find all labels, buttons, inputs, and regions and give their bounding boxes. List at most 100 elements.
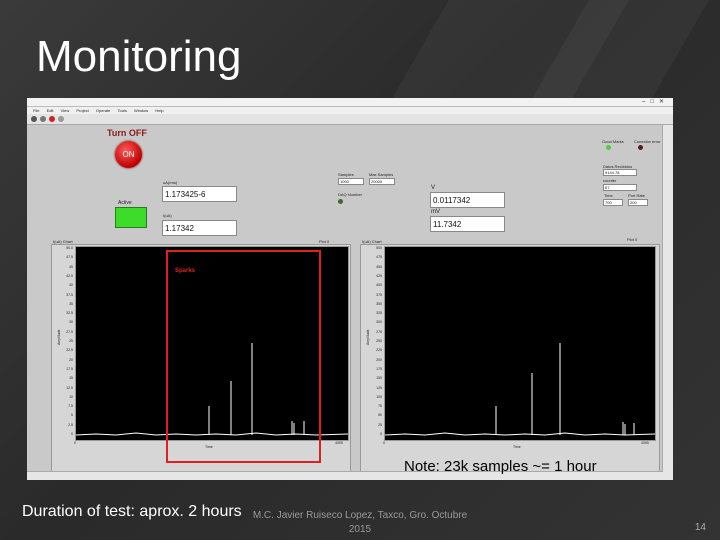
right-x-axis-label: Time xyxy=(513,445,521,449)
run-continuous-icon[interactable] xyxy=(40,116,46,122)
y-tick-label: 100 xyxy=(376,394,382,399)
window-titlebar: –□✕ xyxy=(27,98,673,107)
page-number: 14 xyxy=(694,522,706,533)
menu-operate[interactable]: Operate xyxy=(96,108,110,113)
ua-short-field: 1.17342 xyxy=(162,220,237,236)
menu-bar: File Edit View Project Operate Tools Win… xyxy=(27,107,673,114)
menu-file[interactable]: File xyxy=(33,108,39,113)
y-tick-label: 150 xyxy=(376,376,382,381)
menu-edit[interactable]: Edit xyxy=(47,108,54,113)
left-x-end: 4095 xyxy=(335,441,343,445)
samples-field[interactable]: 1000 xyxy=(338,178,364,185)
port-rate-field[interactable]: 200 xyxy=(628,199,648,206)
vertical-scrollbar[interactable] xyxy=(662,125,673,480)
y-tick-label: 20 xyxy=(69,357,73,362)
mv-label: mV xyxy=(431,209,440,215)
on-button[interactable]: ON xyxy=(115,141,142,168)
menu-help[interactable]: Help xyxy=(155,108,163,113)
y-tick-label: 175 xyxy=(376,366,382,371)
window-controls[interactable]: –□✕ xyxy=(642,98,669,106)
y-tick-label: 300 xyxy=(376,320,382,325)
time-label: Time xyxy=(604,193,613,198)
y-tick-label: 47.5 xyxy=(66,255,73,260)
y-tick-label: 0 xyxy=(380,432,382,436)
y-tick-label: 425 xyxy=(376,273,382,278)
y-tick-label: 450 xyxy=(376,264,382,269)
good-marks-led xyxy=(606,145,611,150)
conn-error-label: Conexión error xyxy=(634,139,661,144)
y-tick-label: 35 xyxy=(69,301,73,306)
right-x-end: 4095 xyxy=(641,441,649,445)
abort-icon[interactable] xyxy=(49,116,55,122)
menu-window[interactable]: Window xyxy=(134,108,148,113)
labview-screenshot: –□✕ File Edit View Project Operate Tools… xyxy=(27,98,673,480)
slide-footer: M.C. Javier Ruiseco Lopez, Taxco, Gro. O… xyxy=(250,509,470,537)
y-tick-label: 45 xyxy=(69,264,73,269)
ua-value-field: 1.173425-6 xyxy=(162,186,237,202)
y-tick-label: 0 xyxy=(71,432,73,436)
menu-view[interactable]: View xyxy=(61,108,70,113)
port-rate-label: Port Rate xyxy=(628,193,645,198)
slide-title: Monitoring xyxy=(36,32,242,81)
y-tick-label: 125 xyxy=(376,385,382,390)
y-tick-label: 17.5 xyxy=(66,366,73,371)
toolbar xyxy=(27,114,673,125)
pause-icon[interactable] xyxy=(58,116,64,122)
y-tick-label: 10 xyxy=(69,394,73,399)
samples-label: Samples xyxy=(338,172,354,177)
daq-led xyxy=(338,199,343,204)
y-tick-label: 22.5 xyxy=(66,348,73,353)
mv-value-field: 11.7342 xyxy=(430,216,505,232)
sparks-label: Sparks xyxy=(175,268,196,274)
y-tick-label: 12.5 xyxy=(66,385,73,390)
front-panel: Turn OFF ON Active uA(rms) 1.173425-6 I(… xyxy=(27,125,663,480)
footer-line-2: 2015 xyxy=(348,524,372,535)
samples-note: Note: 23k samples ~= 1 hour xyxy=(404,458,597,475)
counter-label: counter xyxy=(603,178,617,183)
y-tick-label: 30 xyxy=(69,320,73,325)
ua-label: uA(rms) xyxy=(163,180,178,185)
menu-tools[interactable]: Tools xyxy=(118,108,127,113)
y-tick-label: 475 xyxy=(376,255,382,260)
y-tick-label: 2.5 xyxy=(68,422,73,427)
y-tick-label: 350 xyxy=(376,301,382,306)
y-tick-label: 25 xyxy=(378,422,382,427)
turn-off-label: Turn OFF xyxy=(107,128,147,138)
y-tick-label: 32.5 xyxy=(66,311,73,316)
y-tick-label: 75 xyxy=(378,404,382,409)
y-tick-label: 375 xyxy=(376,292,382,297)
ua-short-label: I(uA) xyxy=(163,213,172,218)
y-tick-label: 40 xyxy=(69,283,73,288)
right-trace-baseline xyxy=(384,432,656,436)
left-x-start: 0 xyxy=(74,441,76,445)
counter-field: 67 xyxy=(603,184,637,191)
active-label: Active xyxy=(118,200,132,206)
data-received-field: 9144.78 xyxy=(603,169,637,176)
y-tick-label: 500 xyxy=(376,246,382,250)
right-y-axis-label: Amplitude xyxy=(366,329,370,345)
left-y-axis-label: Amplitude xyxy=(57,329,61,345)
conn-error-led xyxy=(638,145,643,150)
right-x-start: 0 xyxy=(383,441,385,445)
y-tick-label: 15 xyxy=(69,376,73,381)
y-tick-label: 42.5 xyxy=(66,273,73,278)
daq-label: DAQ Number xyxy=(338,192,363,197)
y-tick-label: 400 xyxy=(376,283,382,288)
y-tick-label: 37.5 xyxy=(66,292,73,297)
right-chart-plot-area xyxy=(384,246,656,441)
y-tick-label: 225 xyxy=(376,348,382,353)
v-label: V xyxy=(431,185,436,191)
max-samples-label: Max Samples xyxy=(369,172,394,177)
menu-project[interactable]: Project xyxy=(76,108,88,113)
time-field[interactable]: 700 xyxy=(603,199,623,206)
right-chart-svg xyxy=(384,343,656,436)
test-duration: Duration of test: aprox. 2 hours xyxy=(22,503,242,520)
footer-line-1: M.C. Javier Ruiseco Lopez, Taxco, Gro. O… xyxy=(252,510,468,521)
max-samples-field[interactable]: 20000 xyxy=(369,178,395,185)
right-plot-legend[interactable]: Plot 0 xyxy=(627,237,637,242)
y-tick-label: 325 xyxy=(376,311,382,316)
run-arrow-icon[interactable] xyxy=(31,116,37,122)
y-tick-label: 50 xyxy=(378,413,382,418)
y-tick-label: 7.5 xyxy=(68,404,73,409)
v-value-field: 0.0117342 xyxy=(430,192,505,208)
